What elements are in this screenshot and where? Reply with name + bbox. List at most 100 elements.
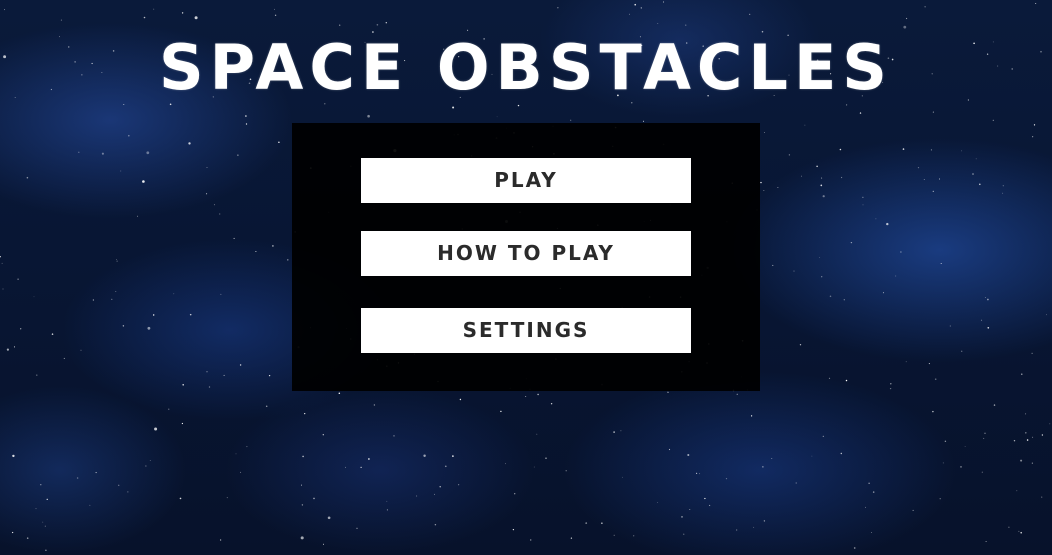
star (233, 237, 235, 239)
star (545, 457, 547, 460)
star (992, 119, 994, 121)
star (801, 175, 802, 177)
star (188, 142, 191, 145)
star (1041, 496, 1043, 498)
star (147, 326, 151, 330)
star (1, 262, 3, 264)
star (663, 1, 665, 3)
how-to-play-button[interactable]: HOW TO PLAY (361, 231, 691, 276)
star (287, 259, 289, 261)
star (902, 148, 905, 150)
star (386, 500, 388, 502)
star (763, 190, 765, 191)
star (634, 3, 637, 6)
star (1021, 373, 1023, 375)
star (640, 7, 642, 9)
star (255, 251, 257, 252)
star (219, 539, 222, 541)
star (223, 374, 225, 376)
settings-button[interactable]: SETTINGS (361, 308, 691, 353)
star (274, 8, 275, 10)
star (13, 346, 16, 348)
star (373, 404, 376, 406)
star (683, 533, 685, 535)
star (681, 516, 683, 518)
star (1013, 439, 1016, 442)
star (536, 433, 538, 435)
star (537, 393, 539, 396)
star (181, 12, 184, 14)
star (843, 299, 845, 301)
star (194, 16, 198, 20)
star (822, 435, 824, 437)
star (972, 173, 974, 175)
star (118, 484, 120, 486)
star (821, 177, 823, 179)
star (338, 392, 341, 394)
star (1026, 439, 1029, 441)
star (993, 404, 996, 406)
star (360, 466, 362, 469)
star (875, 218, 877, 220)
star (859, 112, 862, 114)
star (206, 166, 208, 168)
star (1049, 423, 1051, 425)
star (265, 405, 268, 408)
star (979, 183, 981, 186)
star (416, 495, 418, 497)
star (128, 134, 130, 137)
star (750, 415, 753, 417)
star (206, 371, 208, 373)
star (788, 154, 791, 156)
star (557, 7, 559, 9)
star (146, 151, 150, 155)
star (45, 549, 47, 551)
star (12, 454, 15, 458)
star (226, 497, 228, 499)
star (152, 314, 155, 316)
star (987, 298, 989, 301)
star (944, 440, 947, 443)
star (1031, 352, 1033, 354)
star (862, 196, 864, 198)
star (51, 333, 54, 335)
star (613, 534, 615, 536)
star (643, 120, 644, 122)
star (189, 313, 192, 316)
star (78, 151, 80, 153)
star (434, 523, 437, 526)
play-button[interactable]: PLAY (361, 158, 691, 203)
star (302, 455, 304, 458)
star (500, 410, 502, 413)
star (987, 326, 990, 329)
star (736, 393, 738, 395)
star (753, 526, 755, 528)
star (689, 509, 691, 511)
star (932, 190, 934, 193)
star (906, 17, 908, 20)
star (514, 493, 516, 495)
star (934, 378, 937, 381)
star (882, 292, 885, 294)
star (26, 176, 29, 179)
star (1020, 531, 1022, 534)
star (811, 455, 813, 457)
star (533, 466, 535, 468)
star (529, 539, 532, 541)
star (890, 383, 892, 385)
star (981, 471, 983, 473)
star (208, 386, 211, 388)
star (961, 350, 963, 352)
star (924, 6, 926, 8)
star (237, 154, 239, 156)
star (772, 264, 774, 266)
star (517, 104, 520, 107)
star (11, 531, 14, 534)
star (841, 176, 843, 179)
star (44, 525, 46, 527)
star (685, 24, 687, 26)
star (871, 532, 873, 533)
star (213, 204, 216, 206)
star (1016, 490, 1018, 492)
star (975, 158, 977, 160)
